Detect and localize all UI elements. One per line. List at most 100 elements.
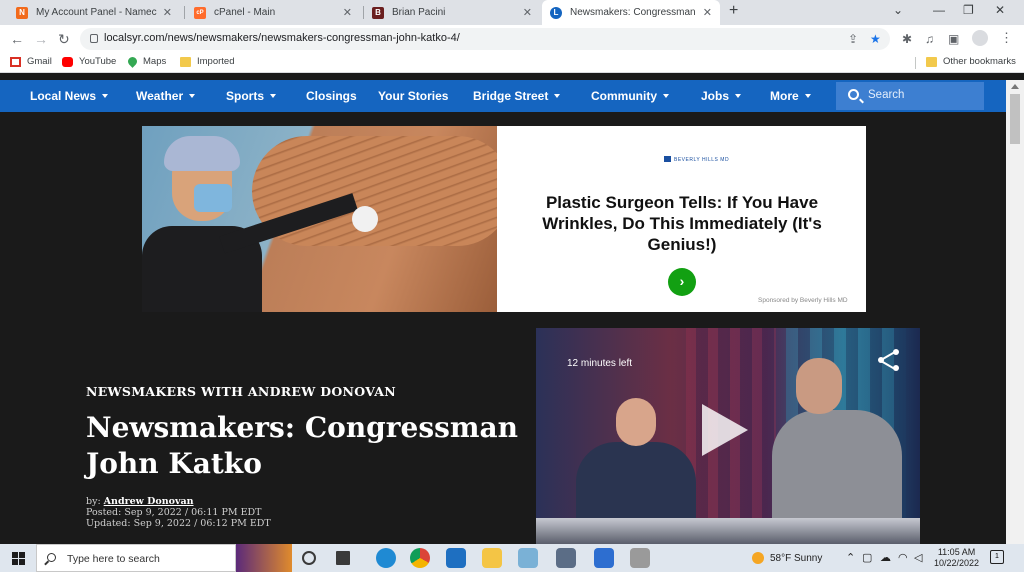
nav-jobs[interactable]: Jobs <box>701 89 742 103</box>
edge-icon[interactable] <box>376 548 396 568</box>
video-anchor-figure <box>576 398 696 532</box>
mail-icon[interactable] <box>446 548 466 568</box>
brian-pacini-favicon-icon: B <box>372 6 384 19</box>
anchor-head <box>616 398 656 446</box>
onedrive-icon[interactable]: ☁ <box>880 551 891 564</box>
sun-icon <box>752 552 764 564</box>
volume-icon[interactable]: ◁ <box>914 551 922 564</box>
tab-title: Brian Pacini <box>392 7 446 18</box>
tray-expand-chevron-icon[interactable]: ⌃ <box>846 551 855 564</box>
windows-start-icon[interactable] <box>12 552 25 565</box>
chrome-icon[interactable] <box>410 548 430 568</box>
profile-avatar[interactable] <box>972 30 988 46</box>
close-window-button[interactable]: ✕ <box>995 3 1005 17</box>
nav-closings[interactable]: Closings <box>306 89 357 103</box>
share-page-icon[interactable]: ⇪ <box>848 32 858 46</box>
ad-image[interactable] <box>142 126 497 312</box>
taskbar-search-input[interactable]: Type here to search <box>36 544 236 572</box>
chevron-down-icon <box>804 94 811 98</box>
article-kicker[interactable]: NEWSMAKERS WITH ANDREW DONOVAN <box>86 384 396 399</box>
calculator-icon[interactable] <box>556 548 576 568</box>
address-bar[interactable]: localsyr.com/news/newsmakers/newsmakers-… <box>80 28 890 50</box>
author-link[interactable]: Andrew Donovan <box>104 496 194 507</box>
tab-namecheap[interactable]: N My Account Panel - Namecheap.com ✕ <box>8 0 180 25</box>
media-control-icon[interactable]: ♫ <box>925 32 934 46</box>
article-byline: by: Andrew Donovan Posted: Sep 9, 2022 /… <box>86 496 271 529</box>
nav-label: Jobs <box>701 89 730 103</box>
url-text[interactable]: localsyr.com/news/newsmakers/newsmakers-… <box>104 32 460 44</box>
cortana-icon[interactable] <box>302 551 316 565</box>
ad-brand-logo: BEVERLY HILLS MD <box>664 156 729 163</box>
posted-date: Posted: Sep 9, 2022 / 06:11 PM EDT <box>86 507 262 518</box>
new-tab-button[interactable]: + <box>729 2 738 20</box>
reload-icon[interactable]: ↻ <box>58 31 70 48</box>
search-icon <box>47 553 56 562</box>
youtube-icon <box>62 56 73 67</box>
bookmark-star-icon[interactable]: ★ <box>870 32 881 46</box>
tab-newsmakers[interactable]: L Newsmakers: Congressman John Katko ✕ <box>542 0 720 25</box>
zoom-icon[interactable] <box>594 548 614 568</box>
video-time-left: 12 minutes left <box>567 358 633 369</box>
scroll-up-arrow-icon[interactable] <box>1011 84 1019 89</box>
nav-community[interactable]: Community <box>591 89 669 103</box>
play-icon[interactable] <box>702 404 748 456</box>
close-tab-icon[interactable]: ✕ <box>163 6 172 19</box>
tab-divider <box>184 6 185 19</box>
taskbar-weather[interactable]: 58°F Sunny <box>752 552 822 564</box>
nav-weather[interactable]: Weather <box>136 89 196 103</box>
tab-cpanel[interactable]: cP cPanel - Main ✕ <box>186 0 360 25</box>
close-tab-icon[interactable]: ✕ <box>703 6 712 19</box>
file-explorer-icon[interactable] <box>482 548 502 568</box>
wifi-icon[interactable]: ◠ <box>898 551 908 564</box>
task-view-icon[interactable] <box>336 551 350 565</box>
tab-brian-pacini[interactable]: B Brian Pacini ✕ <box>364 0 540 25</box>
tab-search-chevron-icon[interactable]: ⌄ <box>893 3 903 17</box>
ad-sponsor-text: Sponsored by Beverly Hills MD <box>758 297 848 304</box>
share-link <box>880 351 895 361</box>
minimize-button[interactable]: — <box>933 3 945 17</box>
extensions-puzzle-icon[interactable]: ✱ <box>902 32 912 46</box>
lock-icon[interactable] <box>90 34 98 43</box>
guest-head <box>796 358 842 414</box>
nav-label: Community <box>591 89 657 103</box>
nav-more[interactable]: More <box>770 89 811 103</box>
nav-sports[interactable]: Sports <box>226 89 277 103</box>
share-icon[interactable] <box>876 348 900 372</box>
clock-date: 10/22/2022 <box>934 558 980 568</box>
page-scrollbar[interactable] <box>1006 80 1024 544</box>
notification-center-icon[interactable]: 1 <box>990 550 1004 564</box>
store-icon[interactable] <box>630 548 650 568</box>
bookmark-imported[interactable]: Imported <box>180 56 235 67</box>
bookmark-other[interactable]: Other bookmarks <box>926 56 1016 67</box>
ad-arrow-button[interactable]: › <box>668 268 696 296</box>
menu-kebab-icon[interactable]: ⋮ <box>1000 30 1013 46</box>
close-tab-icon[interactable]: ✕ <box>523 6 532 19</box>
nav-local-news[interactable]: Local News <box>30 89 109 103</box>
site-search-input[interactable]: Search <box>836 82 984 110</box>
back-arrow-icon[interactable]: ← <box>10 31 24 47</box>
bookmark-label: Imported <box>197 56 235 67</box>
taskbar-clock[interactable]: 11:05 AM 10/22/2022 <box>934 547 979 569</box>
meet-now-icon[interactable]: ▢ <box>862 551 872 564</box>
notepad-icon[interactable] <box>518 548 538 568</box>
side-panel-icon[interactable]: ▣ <box>948 32 959 46</box>
advertisement[interactable]: BEVERLY HILLS MD Plastic Surgeon Tells: … <box>142 126 866 312</box>
bookmark-gmail[interactable]: Gmail <box>10 56 52 67</box>
nav-your-stories[interactable]: Your Stories <box>378 89 448 103</box>
ad-image-mask <box>194 184 232 212</box>
ad-headline[interactable]: Plastic Surgeon Tells: If You Have Wrink… <box>512 192 852 255</box>
bookmarks-bar: Gmail YouTube Maps Imported Other bookma… <box>0 53 1024 73</box>
clock-time: 11:05 AM <box>937 547 976 557</box>
bookmark-youtube[interactable]: YouTube <box>62 56 116 67</box>
video-desk <box>536 518 920 544</box>
bookmark-maps[interactable]: Maps <box>126 55 166 68</box>
nav-bridge-street[interactable]: Bridge Street <box>473 89 561 103</box>
search-highlight-image[interactable] <box>236 544 292 572</box>
ad-image-surgical-cap <box>164 136 240 171</box>
scrollbar-thumb[interactable] <box>1010 94 1020 144</box>
tab-title: cPanel - Main <box>214 7 276 18</box>
video-player[interactable]: 12 minutes left <box>536 328 920 544</box>
forward-arrow-icon[interactable]: → <box>34 31 48 47</box>
restore-button[interactable]: ❐ <box>963 3 974 17</box>
close-tab-icon[interactable]: ✕ <box>343 6 352 19</box>
